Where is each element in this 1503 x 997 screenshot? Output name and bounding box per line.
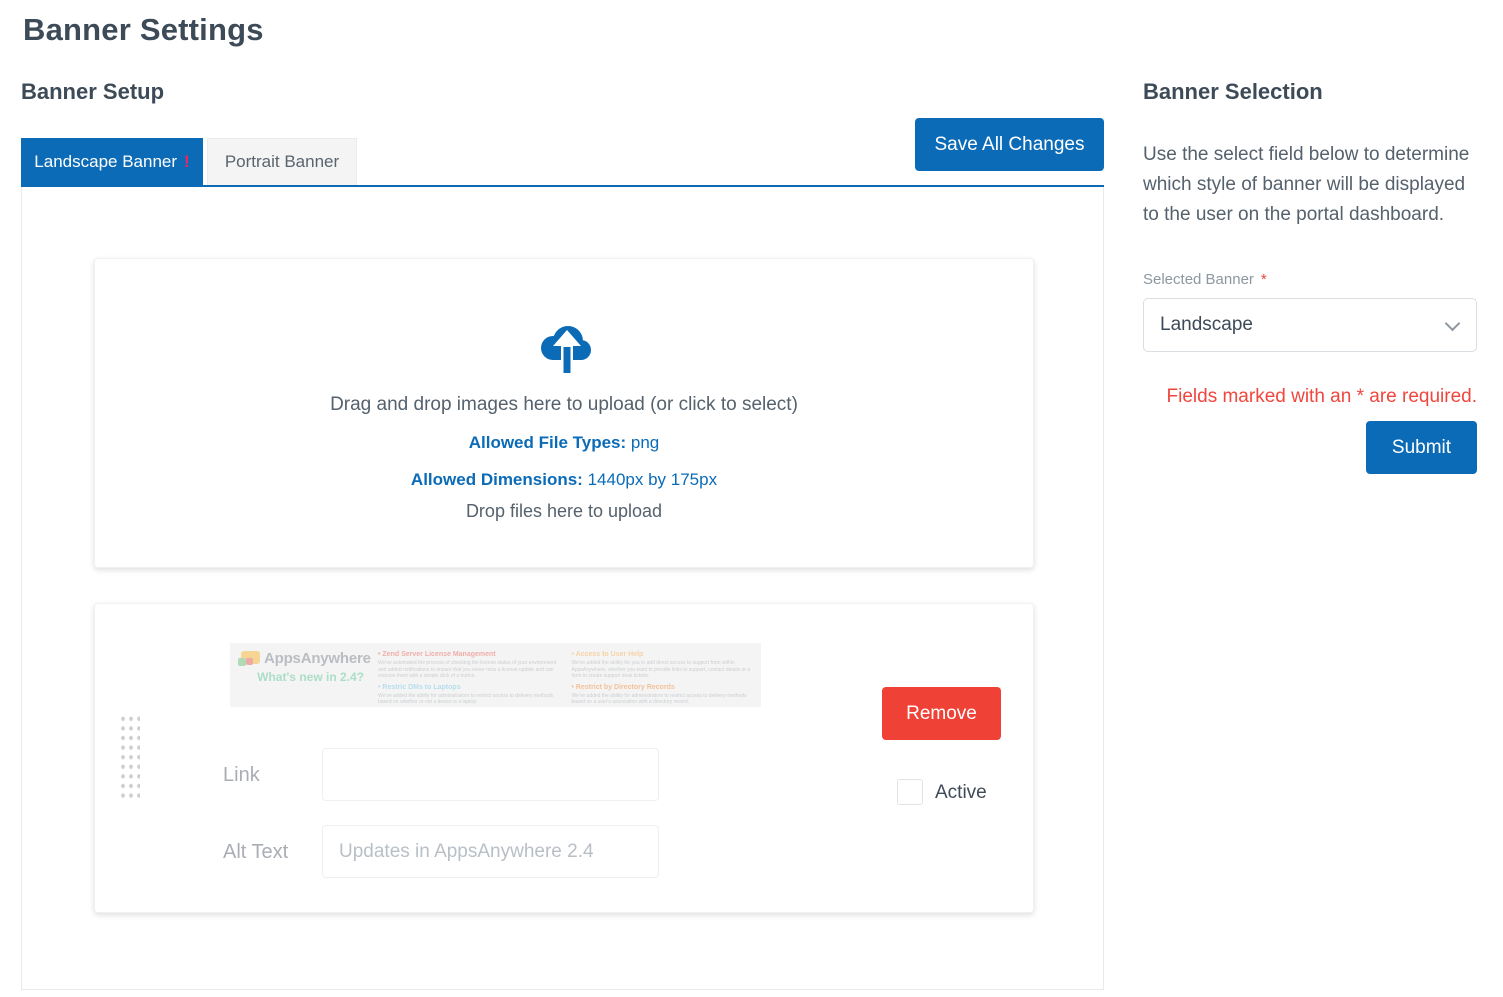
thumbnail-logo-block: AppsAnywhere What's new in 2.4? (238, 650, 364, 701)
tab-portrait-banner[interactable]: Portrait Banner (207, 138, 357, 185)
selected-banner-label: Selected Banner* (1143, 271, 1267, 288)
thumbnail-logo-text: AppsAnywhere (264, 650, 371, 667)
alt-text-input[interactable] (322, 825, 659, 878)
banner-selection-description: Use the select field below to determine … (1143, 140, 1479, 230)
allowed-dimensions-value: 1440px by 175px (588, 470, 718, 489)
upload-dropzone[interactable]: Drag and drop images here to upload (or … (94, 258, 1034, 568)
save-all-changes-button[interactable]: Save All Changes (915, 118, 1104, 171)
chevron-down-icon (1445, 316, 1461, 332)
tab-landscape-banner[interactable]: Landscape Banner ! (21, 138, 203, 185)
drop-files-hint: Drop files here to upload (95, 501, 1033, 522)
thumbnail-feature: Access to User Help We've added the abil… (572, 651, 752, 680)
thumbnail-tagline: What's new in 2.4? (238, 670, 364, 684)
banner-setup-heading: Banner Setup (21, 79, 164, 105)
thumbnail-feature: Restric DMs to Laptops We've added the a… (378, 684, 558, 706)
link-label: Link (223, 764, 260, 787)
remove-banner-button[interactable]: Remove (882, 687, 1001, 740)
required-fields-note: Fields marked with an * are required. (1143, 386, 1477, 408)
allowed-dimensions-label: Allowed Dimensions: (411, 470, 583, 489)
allowed-file-types: Allowed File Types: png (95, 433, 1033, 453)
alt-text-label: Alt Text (223, 841, 288, 864)
link-input[interactable] (322, 748, 659, 801)
tab-landscape-alert: ! (184, 152, 190, 172)
selected-banner-value: Landscape (1160, 314, 1253, 336)
thumbnail-feature: Zend Server License Management We've aut… (378, 651, 558, 680)
landscape-banner-panel: Drag and drop images here to upload (or … (21, 187, 1104, 990)
allowed-file-types-value: png (631, 433, 659, 452)
selected-banner-select[interactable]: Landscape (1143, 298, 1477, 352)
allowed-dimensions: Allowed Dimensions: 1440px by 175px (95, 470, 1033, 490)
dropzone-instruction: Drag and drop images here to upload (or … (95, 394, 1033, 416)
tab-landscape-label: Landscape Banner (34, 152, 177, 172)
appsanywhere-logo-icon (238, 651, 260, 666)
thumbnail-features: Zend Server License Management We've aut… (364, 650, 751, 701)
banner-tabs: Landscape Banner ! Portrait Banner (21, 138, 357, 185)
allowed-file-types-label: Allowed File Types: (469, 433, 626, 452)
required-asterisk: * (1261, 271, 1267, 288)
cloud-upload-icon (532, 317, 596, 375)
active-checkbox[interactable] (897, 779, 923, 805)
active-label: Active (935, 782, 987, 804)
banner-item-card: AppsAnywhere What's new in 2.4? Zend Ser… (94, 603, 1034, 913)
submit-button[interactable]: Submit (1366, 421, 1477, 474)
page-title: Banner Settings (23, 12, 264, 48)
thumbnail-feature: Restrict by Directory Records We've adde… (572, 684, 752, 706)
drag-handle-icon[interactable] (117, 712, 140, 798)
tab-portrait-label: Portrait Banner (225, 152, 339, 172)
banner-selection-heading: Banner Selection (1143, 79, 1323, 105)
banner-thumbnail-preview: AppsAnywhere What's new in 2.4? Zend Ser… (230, 643, 761, 707)
